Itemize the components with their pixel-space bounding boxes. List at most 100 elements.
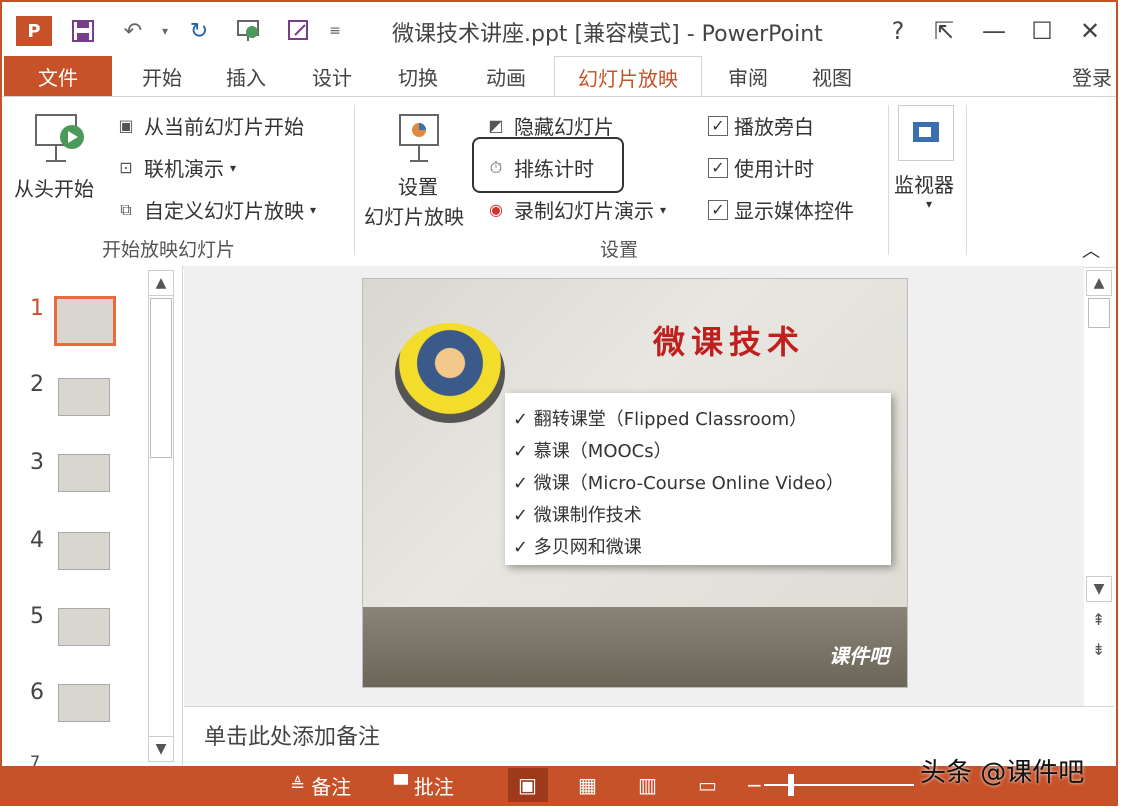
normal-view-icon: ▣ [518, 773, 537, 797]
zoom-slider-thumb[interactable] [788, 774, 794, 796]
zoom-slider-track[interactable] [764, 784, 914, 786]
slide-footer-band [363, 607, 907, 687]
slide-content-box[interactable]: ✓ 翻转课堂（Flipped Classroom） ✓ 慕课（MOOCs） ✓ … [505, 393, 891, 565]
notes-toggle-button[interactable]: ≜ 备注 [290, 770, 351, 800]
undo-dropdown-icon[interactable]: ▾ [150, 16, 180, 46]
present-online-icon: ⊡ [119, 158, 133, 177]
tab-design[interactable]: 设计 [302, 56, 362, 96]
custom-slide-show-button[interactable]: ⧉ 自定义幻灯片放映 ▾ [114, 195, 316, 224]
list-item: ✓ 微课（Micro-Course Online Video） [513, 473, 844, 494]
slide-number: 2 [30, 372, 44, 397]
chevron-down-icon: ▾ [230, 160, 237, 175]
record-slide-show-label: 录制幻灯片演示 [514, 199, 654, 223]
custom-slide-show-label: 自定义幻灯片放映 [144, 199, 304, 223]
touch-mode-icon[interactable] [284, 16, 314, 46]
notes-icon: ≜ [290, 774, 306, 796]
minimize-icon[interactable]: — [974, 14, 1014, 48]
slide-thumbnail[interactable] [58, 454, 110, 492]
from-beginning-button[interactable]: 从头开始 [14, 173, 94, 202]
reading-view-icon[interactable]: ▥ [638, 770, 657, 800]
slide-thumbnail[interactable] [58, 532, 110, 570]
from-current-slide-icon: ▣ [118, 116, 134, 135]
next-slide-icon[interactable]: ⇟ [1092, 640, 1105, 659]
slide-number: 1 [30, 296, 44, 321]
ribbon-display-options-icon[interactable]: ⇱ [924, 14, 964, 48]
powerpoint-logo-icon[interactable]: P [16, 16, 52, 46]
tab-review[interactable]: 审阅 [718, 56, 778, 96]
list-item: ✓ 翻转课堂（Flipped Classroom） [513, 409, 808, 430]
list-item: ✓ 多贝网和微课 [513, 537, 642, 558]
show-media-controls-checkbox[interactable]: ✓ 显示媒体控件 [708, 195, 854, 224]
slide-thumbnail[interactable] [58, 378, 110, 416]
slide-number: 4 [30, 528, 44, 553]
custom-slide-show-icon: ⧉ [120, 199, 132, 219]
scroll-down-icon[interactable]: ▼ [148, 736, 174, 762]
hide-slide-label: 隐藏幻灯片 [514, 115, 614, 139]
checkbox-checked-icon: ✓ [708, 115, 728, 136]
collapse-ribbon-icon[interactable]: ︿ [1082, 237, 1100, 263]
slide-show-view-icon[interactable]: ▭ [698, 770, 717, 800]
current-slide[interactable]: 微课技术 ✓ 翻转课堂（Flipped Classroom） ✓ 慕课（MOOC… [362, 278, 908, 688]
comments-button[interactable]: ▀ 批注 [394, 770, 454, 800]
tab-home[interactable]: 开始 [132, 56, 192, 96]
help-icon[interactable]: ? [878, 14, 918, 48]
slide-thumbnail[interactable] [58, 608, 110, 646]
present-online-button[interactable]: ⊡ 联机演示 ▾ [114, 153, 236, 182]
tab-view[interactable]: 视图 [802, 56, 862, 96]
maximize-icon[interactable]: ☐ [1022, 14, 1062, 48]
monitor-button[interactable]: 监视器 [894, 169, 954, 198]
use-timings-checkbox[interactable]: ✓ 使用计时 [708, 153, 814, 182]
slide-scrollbar[interactable]: ▲ ▼ ⇞ ⇟ [1086, 270, 1112, 659]
customize-qat-icon[interactable]: ≡ [320, 16, 350, 46]
hide-slide-button[interactable]: ◩ 隐藏幻灯片 [484, 111, 614, 140]
slide-thumbnail[interactable] [58, 684, 110, 722]
notes-toggle-label: 备注 [311, 774, 352, 799]
record-icon: ◉ [489, 200, 503, 219]
sign-in-link[interactable]: 登录 [1072, 62, 1112, 91]
set-up-line1[interactable]: 设置 [398, 171, 438, 200]
zoom-out-icon[interactable]: − [746, 770, 763, 800]
set-up-line2[interactable]: 幻灯片放映 [364, 201, 464, 230]
scroll-down-icon[interactable]: ▼ [1086, 576, 1112, 602]
tab-insert[interactable]: 插入 [216, 56, 276, 96]
rehearse-highlight-box [472, 137, 624, 193]
watermark: 头条 @课件吧 [920, 758, 1085, 788]
scrollbar-thumb[interactable] [150, 298, 172, 458]
set-up-slide-show-icon[interactable] [394, 111, 446, 167]
close-icon[interactable]: ✕ [1070, 14, 1110, 48]
from-current-slide-label: 从当前幻灯片开始 [144, 115, 304, 139]
scrollbar-thumb[interactable] [1088, 298, 1110, 328]
chevron-down-icon: ▾ [310, 202, 317, 217]
tab-animations[interactable]: 动画 [476, 56, 536, 96]
ribbon: 从头开始 ▣ 从当前幻灯片开始 ⊡ 联机演示 ▾ ⧉ 自定义幻灯片放映 ▾ 开始… [2, 96, 1116, 268]
play-narrations-label: 播放旁白 [734, 115, 814, 139]
monitor-icon[interactable] [898, 105, 954, 161]
from-beginning-icon[interactable] [32, 111, 88, 167]
scroll-up-icon[interactable]: ▲ [1086, 270, 1112, 296]
undo-icon[interactable]: ↶ [118, 16, 148, 46]
slide-thumbnail[interactable] [54, 296, 116, 346]
checkbox-checked-icon: ✓ [708, 199, 728, 220]
slide-number: 3 [30, 450, 44, 475]
checkbox-checked-icon: ✓ [708, 157, 728, 178]
play-narrations-checkbox[interactable]: ✓ 播放旁白 [708, 111, 814, 140]
chevron-down-icon: ▾ [660, 202, 667, 217]
slide-sorter-view-icon[interactable]: ▦ [578, 770, 597, 800]
tab-transitions[interactable]: 切换 [388, 56, 448, 96]
previous-slide-icon[interactable]: ⇞ [1092, 610, 1105, 629]
window-title: 微课技术讲座.ppt [兼容模式] - PowerPoint [392, 22, 823, 47]
redo-icon[interactable]: ↻ [184, 16, 214, 46]
scroll-up-icon[interactable]: ▲ [148, 270, 174, 296]
list-item: ✓ 慕课（MOOCs） [513, 441, 672, 462]
ribbon-tabs: 文件 开始 插入 设计 切换 动画 幻灯片放映 审阅 视图 登录 [2, 56, 1116, 98]
group-separator [888, 105, 889, 255]
slide-title[interactable]: 微课技术 [653, 317, 805, 363]
from-current-slide-button[interactable]: ▣ 从当前幻灯片开始 [114, 111, 304, 140]
show-media-controls-label: 显示媒体控件 [734, 199, 854, 223]
save-icon[interactable] [68, 16, 98, 46]
start-from-beginning-icon[interactable] [234, 16, 264, 46]
chevron-down-icon[interactable]: ▾ [926, 197, 932, 211]
tab-file[interactable]: 文件 [4, 56, 112, 96]
tab-slide-show[interactable]: 幻灯片放映 [554, 56, 702, 98]
record-slide-show-button[interactable]: ◉ 录制幻灯片演示 ▾ [484, 195, 666, 224]
